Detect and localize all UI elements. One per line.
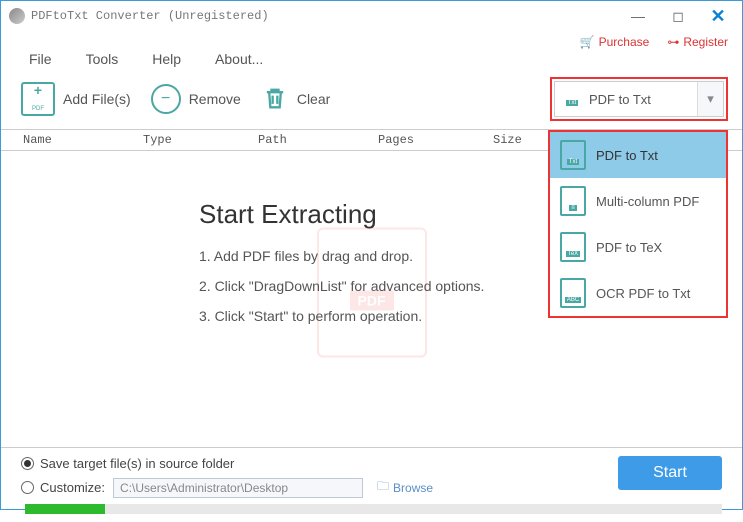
radio-customize[interactable]: [21, 481, 34, 494]
doc-icon: ≡: [560, 186, 586, 216]
conversion-selected-label: PDF to Txt: [589, 92, 697, 107]
remove-icon: −: [151, 84, 181, 114]
purchase-link[interactable]: 🛒Purchase: [580, 35, 650, 49]
progress-bar: [25, 504, 722, 514]
radio-source-folder[interactable]: [21, 457, 34, 470]
start-button[interactable]: Start: [618, 456, 722, 490]
doc-icon: ABC: [560, 278, 586, 308]
dropdown-item-pdf-to-tex[interactable]: TeX PDF to TeX: [550, 224, 726, 270]
col-path[interactable]: Path: [258, 133, 378, 147]
doc-icon: TeX: [560, 232, 586, 262]
chevron-down-icon[interactable]: ▾: [697, 82, 723, 116]
clear-button[interactable]: Clear: [261, 84, 340, 115]
instructions-step: 1. Add PDF files by drag and drop.: [199, 248, 484, 264]
menubar: File Tools Help About...: [1, 49, 742, 73]
add-files-button[interactable]: Add File(s): [21, 82, 141, 116]
dropdown-item-ocr-pdf-to-txt[interactable]: ABC OCR PDF to Txt: [550, 270, 726, 316]
menu-tools[interactable]: Tools: [86, 51, 119, 67]
browse-button[interactable]: 🗀 Browse: [377, 477, 433, 498]
bottom-panel: Save target file(s) in source folder Cus…: [1, 447, 742, 522]
menu-help[interactable]: Help: [152, 51, 181, 67]
instructions: Start Extracting 1. Add PDF files by dra…: [199, 199, 484, 338]
add-file-icon: [21, 82, 55, 116]
toolbar: Add File(s) − Remove Clear Txt PDF to Tx…: [1, 73, 742, 129]
close-button[interactable]: ✕: [698, 1, 738, 31]
col-type[interactable]: Type: [143, 133, 258, 147]
output-path-field[interactable]: C:\Users\Administrator\Desktop: [113, 478, 363, 498]
progress-fill: [25, 504, 105, 514]
window-title: PDFtoTxt Converter (Unregistered): [31, 9, 269, 23]
conversion-dropdown: Txt PDF to Txt ≡ Multi-column PDF TeX PD…: [548, 130, 728, 318]
radio-customize-label: Customize:: [40, 480, 105, 495]
conversion-selector[interactable]: Txt PDF to Txt ▾: [554, 81, 724, 117]
menu-about[interactable]: About...: [215, 51, 263, 67]
remove-button[interactable]: − Remove: [151, 84, 251, 114]
dropdown-item-pdf-to-txt[interactable]: Txt PDF to Txt: [550, 132, 726, 178]
col-name[interactable]: Name: [23, 133, 143, 147]
radio-source-label: Save target file(s) in source folder: [40, 456, 234, 471]
doc-icon: Txt: [555, 92, 589, 107]
menu-file[interactable]: File: [29, 51, 52, 67]
instructions-heading: Start Extracting: [199, 199, 484, 230]
app-icon: [9, 8, 25, 24]
col-pages[interactable]: Pages: [378, 133, 493, 147]
trash-icon: [261, 84, 289, 115]
folder-icon: 🗀: [377, 477, 389, 498]
key-icon: ⊶: [667, 35, 679, 49]
register-link[interactable]: ⊶Register: [667, 35, 728, 49]
instructions-step: 3. Click "Start" to perform operation.: [199, 308, 484, 324]
col-size[interactable]: Size: [493, 133, 553, 147]
maximize-button[interactable]: ◻: [658, 1, 698, 31]
instructions-step: 2. Click "DragDownList" for advanced opt…: [199, 278, 484, 294]
dropdown-item-multi-column[interactable]: ≡ Multi-column PDF: [550, 178, 726, 224]
doc-icon: Txt: [560, 140, 586, 170]
cart-icon: 🛒: [580, 35, 595, 49]
titlebar: PDFtoTxt Converter (Unregistered) — ◻ ✕: [1, 1, 742, 31]
minimize-button[interactable]: —: [618, 1, 658, 31]
